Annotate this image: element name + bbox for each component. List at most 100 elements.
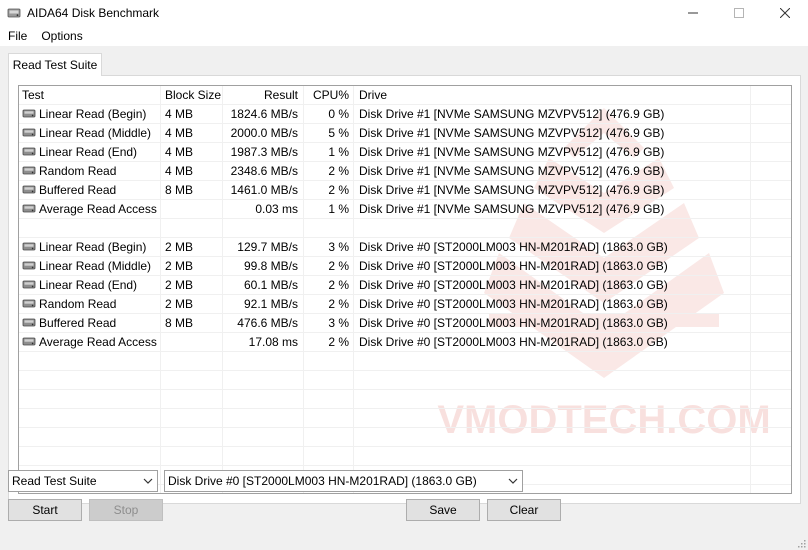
table-row[interactable]: [19, 428, 791, 447]
cell-block-size: 8 MB: [165, 183, 194, 197]
disk-drive-icon: [22, 337, 36, 346]
cell-drive: Disk Drive #0 [ST2000LM003 HN-M201RAD] (…: [359, 316, 668, 330]
cell-cpu: 2 %: [328, 278, 349, 292]
table-row[interactable]: [19, 390, 791, 409]
cell-block-size: 2 MB: [165, 259, 194, 273]
suite-select[interactable]: Read Test Suite: [8, 470, 158, 492]
table-row[interactable]: Average Read Access 0.03 ms 1 % Disk Drive …: [19, 200, 791, 219]
cell-block-size: 2 MB: [165, 278, 194, 292]
table-row[interactable]: Linear Read (Begin) 2 MB 129.7 MB/s 3 % Disk…: [19, 238, 791, 257]
cell-drive: Disk Drive #1 [NVMe SAMSUNG MZVPV512] (4…: [359, 183, 665, 197]
table-row[interactable]: Random Read 4 MB 2348.6 MB/s 2 % Disk Drive …: [19, 162, 791, 181]
cell-test: Linear Read (End): [22, 143, 160, 162]
disk-drive-icon: [22, 280, 36, 289]
test-name: Buffered Read: [39, 316, 117, 330]
tab-page: VMODTECH.COM Test Block Size Result CPU%…: [8, 75, 801, 504]
cell-block-size: 4 MB: [165, 126, 194, 140]
test-name: Average Read Access: [39, 202, 157, 216]
cell-result: 476.6 MB/s: [237, 316, 298, 330]
table-row[interactable]: [19, 409, 791, 428]
cell-cpu: 5 %: [328, 126, 349, 140]
cell-block-size: [161, 333, 223, 352]
cell-cpu: 2 %: [328, 297, 349, 311]
tab-read-test-suite[interactable]: Read Test Suite: [8, 53, 102, 76]
cell-cpu: 1 %: [328, 202, 349, 216]
table-row[interactable]: [19, 447, 791, 466]
start-button[interactable]: Start: [8, 499, 82, 521]
cell-result: 60.1 MB/s: [243, 278, 298, 292]
cell-cpu: 0 %: [328, 107, 349, 121]
table-row[interactable]: [19, 219, 791, 238]
table-row[interactable]: Random Read 2 MB 92.1 MB/s 2 % Disk Drive #0…: [19, 295, 791, 314]
resize-grip-icon[interactable]: [796, 538, 806, 548]
cell-test: Linear Read (Begin): [22, 238, 160, 257]
minimize-button[interactable]: [670, 0, 716, 26]
table-row[interactable]: Linear Read (Middle) 4 MB 2000.0 MB/s 5 % Di…: [19, 124, 791, 143]
menu-options[interactable]: Options: [35, 29, 88, 43]
cell-cpu: 2 %: [328, 183, 349, 197]
cell-drive: Disk Drive #1 [NVMe SAMSUNG MZVPV512] (4…: [359, 145, 665, 159]
test-name: Random Read: [39, 297, 117, 311]
cell-cpu: 2 %: [328, 164, 349, 178]
main-panel: Read Test Suite VMODTECH.COM Test Block …: [0, 46, 808, 550]
table-row[interactable]: Linear Read (End) 4 MB 1987.3 MB/s 1 % Disk …: [19, 143, 791, 162]
drive-select[interactable]: Disk Drive #0 [ST2000LM003 HN-M201RAD] (…: [164, 470, 523, 492]
cell-result: 1824.6 MB/s: [230, 107, 298, 121]
disk-drive-icon: [22, 261, 36, 270]
cell-drive: Disk Drive #0 [ST2000LM003 HN-M201RAD] (…: [359, 259, 668, 273]
table-row[interactable]: Buffered Read 8 MB 1461.0 MB/s 2 % Disk Driv…: [19, 181, 791, 200]
close-button[interactable]: [762, 0, 808, 26]
disk-drive-icon: [22, 147, 36, 156]
header-test[interactable]: Test: [22, 86, 160, 105]
table-row[interactable]: [19, 352, 791, 371]
test-name: Buffered Read: [39, 183, 117, 197]
header-block-size[interactable]: Block Size: [161, 86, 223, 105]
cell-result: 92.1 MB/s: [243, 297, 298, 311]
cell-block-size: 4 MB: [165, 164, 194, 178]
cell-result: 2348.6 MB/s: [230, 164, 298, 178]
cell-cpu: 3 %: [328, 240, 349, 254]
disk-drive-icon: [22, 318, 36, 327]
cell-block-size: 4 MB: [165, 145, 194, 159]
cell-test: Linear Read (Middle): [22, 257, 160, 276]
cell-drive: Disk Drive #1 [NVMe SAMSUNG MZVPV512] (4…: [359, 164, 665, 178]
table-row[interactable]: Linear Read (Begin) 4 MB 1824.6 MB/s 0 % Dis…: [19, 105, 791, 124]
table-row[interactable]: Linear Read (Middle) 2 MB 99.8 MB/s 2 % Disk…: [19, 257, 791, 276]
chevron-down-icon: [143, 478, 153, 484]
stop-button[interactable]: Stop: [89, 499, 163, 521]
cell-block-size: 8 MB: [165, 316, 194, 330]
maximize-button[interactable]: [716, 0, 762, 26]
cell-test: Random Read: [22, 295, 160, 314]
cell-result: 0.03 ms: [255, 202, 298, 216]
table-row[interactable]: Average Read Access 17.08 ms 2 % Disk Drive…: [19, 333, 791, 352]
suite-select-value: Read Test Suite: [12, 474, 97, 488]
disk-drive-icon: [22, 299, 36, 308]
cell-drive: Disk Drive #0 [ST2000LM003 HN-M201RAD] (…: [359, 240, 668, 254]
header-cpu[interactable]: CPU%: [304, 86, 354, 105]
menu-bar: File Options: [0, 26, 808, 46]
header-result[interactable]: Result: [223, 86, 303, 105]
test-name: Random Read: [39, 164, 117, 178]
cell-test: Linear Read (End): [22, 276, 160, 295]
header-drive[interactable]: Drive: [354, 86, 749, 105]
disk-icon: [7, 6, 21, 20]
results-table: VMODTECH.COM Test Block Size Result CPU%…: [18, 85, 792, 494]
cell-cpu: 2 %: [328, 259, 349, 273]
cell-drive: Disk Drive #0 [ST2000LM003 HN-M201RAD] (…: [359, 335, 668, 349]
menu-file[interactable]: File: [2, 29, 33, 43]
clear-button[interactable]: Clear: [487, 499, 561, 521]
cell-test: Linear Read (Begin): [22, 105, 160, 124]
chevron-down-icon: [508, 478, 518, 484]
cell-drive: Disk Drive #1 [NVMe SAMSUNG MZVPV512] (4…: [359, 126, 665, 140]
cell-test: Average Read Access: [22, 333, 160, 352]
table-row[interactable]: [19, 371, 791, 390]
disk-drive-icon: [22, 109, 36, 118]
test-name: Linear Read (Middle): [39, 259, 152, 273]
cell-test: Linear Read (Middle): [22, 124, 160, 143]
table-row[interactable]: Linear Read (End) 2 MB 60.1 MB/s 2 % Disk Dr…: [19, 276, 791, 295]
cell-drive: Disk Drive #0 [ST2000LM003 HN-M201RAD] (…: [359, 278, 668, 292]
test-name: Linear Read (Begin): [39, 107, 147, 121]
save-button[interactable]: Save: [406, 499, 480, 521]
table-row[interactable]: Buffered Read 8 MB 476.6 MB/s 3 % Disk Drive…: [19, 314, 791, 333]
cell-block-size: 2 MB: [165, 240, 194, 254]
